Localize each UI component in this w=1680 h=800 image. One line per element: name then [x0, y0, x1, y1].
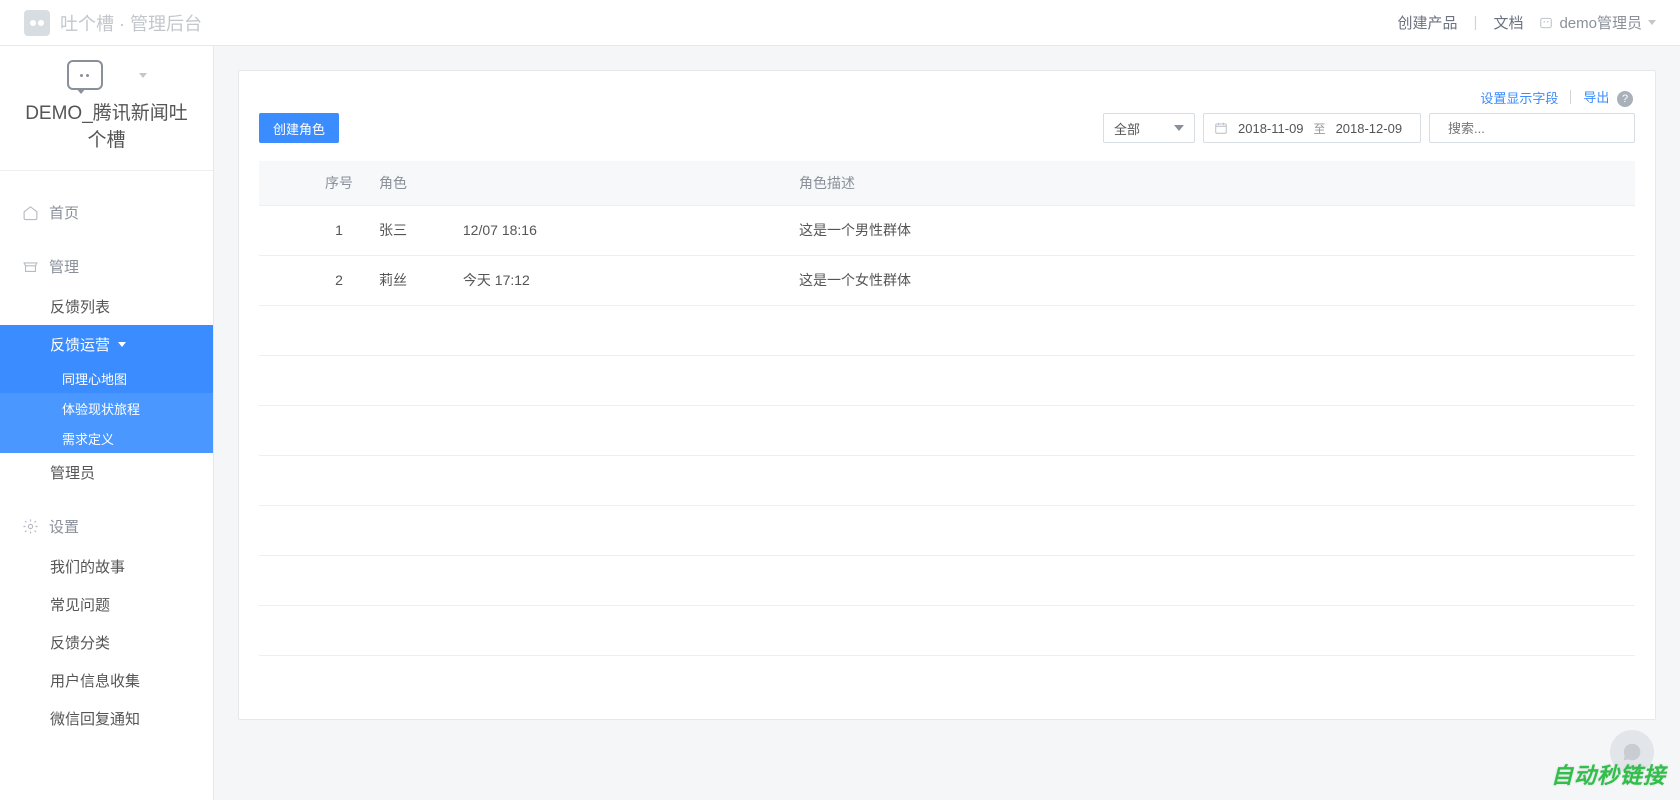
filter-select[interactable]: 全部 [1103, 113, 1195, 143]
nav-faq[interactable]: 常见问题 [0, 585, 213, 623]
docs-link[interactable]: 文档 [1493, 12, 1523, 33]
date-to: 2018-12-09 [1336, 121, 1403, 136]
chevron-down-icon [118, 342, 126, 347]
nav-feedback-list[interactable]: 反馈列表 [0, 287, 213, 325]
table-header-row: 序号 角色 角色描述 [259, 161, 1635, 205]
export-link[interactable]: 导出 ? [1583, 87, 1633, 107]
nav-sub-journey[interactable]: 体验现状旅程 [0, 393, 213, 423]
project-header: DEMO_腾讯新闻吐个槽 [0, 46, 213, 171]
role-time: 12/07 18:16 [463, 222, 537, 238]
user-label: demo管理员 [1559, 12, 1642, 33]
panel-top-links: 设置显示字段 导出 ? [1480, 87, 1633, 107]
search-box[interactable] [1429, 113, 1635, 143]
filter-select-value: 全部 [1114, 119, 1140, 138]
manage-icon [22, 258, 39, 275]
nav-feedback-ops-label: 反馈运营 [50, 334, 110, 355]
cell-desc: 这是一个男性群体 [799, 205, 1635, 255]
table-row-empty [259, 305, 1635, 355]
toolbar: 创建角色 全部 2018-11-09 至 2018-12-09 [259, 113, 1635, 143]
topbar: 吐个槽 · 管理后台 创建产品 | 文档 demo管理员 [0, 0, 1680, 46]
nav-manage-label: 管理 [49, 256, 79, 277]
table-row-empty [259, 555, 1635, 605]
project-title: DEMO_腾讯新闻吐个槽 [16, 98, 197, 152]
search-input[interactable] [1448, 121, 1624, 136]
col-index: 序号 [259, 161, 379, 205]
help-icon[interactable]: ? [1617, 91, 1633, 107]
content-panel: 设置显示字段 导出 ? 创建角色 全部 2018-11-09 [238, 70, 1656, 720]
nav-home[interactable]: 首页 [0, 191, 213, 233]
cell-desc: 这是一个女性群体 [799, 255, 1635, 305]
user-app-icon [1539, 16, 1553, 30]
roles-table: 序号 角色 角色描述 1 张三 12/07 18:16 这是一个男性群体 [259, 161, 1635, 656]
nav-sub-empathy[interactable]: 同理心地图 [0, 363, 213, 393]
nav-our-story[interactable]: 我们的故事 [0, 547, 213, 585]
cell-index: 2 [259, 255, 379, 305]
set-fields-link[interactable]: 设置显示字段 [1480, 88, 1558, 107]
nav-feedback-ops[interactable]: 反馈运营 [0, 325, 213, 363]
col-role: 角色 [379, 161, 799, 205]
nav-wechat-reply[interactable]: 微信回复通知 [0, 699, 213, 737]
col-desc: 角色描述 [799, 161, 1635, 205]
brand-text: 吐个槽 · 管理后台 [60, 10, 202, 36]
logo-icon [24, 10, 50, 36]
toolbar-filters: 全部 2018-11-09 至 2018-12-09 [1103, 113, 1635, 143]
create-product-link[interactable]: 创建产品 [1398, 12, 1458, 33]
table-row-empty [259, 405, 1635, 455]
cell-role: 莉丝 今天 17:12 [379, 255, 799, 305]
sidebar: DEMO_腾讯新闻吐个槽 首页 管理 反馈列表 反馈运营 同理心地图 体验现状旅… [0, 46, 214, 800]
calendar-icon [1214, 121, 1228, 135]
nav-settings: 设置 [0, 505, 213, 547]
gear-icon [22, 518, 39, 535]
project-dropdown-icon[interactable] [139, 73, 147, 78]
divider [1570, 90, 1571, 104]
cell-index: 1 [259, 205, 379, 255]
date-separator: 至 [1314, 120, 1326, 137]
table-row-empty [259, 455, 1635, 505]
table-row-empty [259, 605, 1635, 655]
nav-home-label: 首页 [49, 202, 79, 223]
nav-admins[interactable]: 管理员 [0, 453, 213, 491]
nav-feedback-category[interactable]: 反馈分类 [0, 623, 213, 661]
table-row[interactable]: 1 张三 12/07 18:16 这是一个男性群体 [259, 205, 1635, 255]
separator: | [1474, 14, 1478, 31]
table-row-empty [259, 505, 1635, 555]
role-name: 张三 [379, 220, 439, 240]
export-label: 导出 [1583, 90, 1609, 105]
nav-user-info-collect[interactable]: 用户信息收集 [0, 661, 213, 699]
sidebar-nav: 首页 管理 反馈列表 反馈运营 同理心地图 体验现状旅程 需求定义 管理员 设置… [0, 171, 213, 737]
floating-help-button[interactable] [1610, 730, 1654, 774]
table-row-empty [259, 355, 1635, 405]
chevron-down-icon [1648, 20, 1656, 25]
nav-manage: 管理 [0, 245, 213, 287]
project-chat-icon [67, 60, 103, 90]
chat-bubble-icon [1621, 741, 1643, 763]
cell-role: 张三 12/07 18:16 [379, 205, 799, 255]
topbar-brand: 吐个槽 · 管理后台 [24, 10, 202, 36]
main-content: 设置显示字段 导出 ? 创建角色 全部 2018-11-09 [214, 46, 1680, 800]
user-menu[interactable]: demo管理员 [1539, 12, 1656, 33]
table-row[interactable]: 2 莉丝 今天 17:12 这是一个女性群体 [259, 255, 1635, 305]
nav-sub-demand[interactable]: 需求定义 [0, 423, 213, 453]
date-from: 2018-11-09 [1238, 121, 1304, 136]
chevron-down-icon [1174, 125, 1184, 131]
date-range-picker[interactable]: 2018-11-09 至 2018-12-09 [1203, 113, 1421, 143]
role-time: 今天 17:12 [463, 272, 530, 288]
nav-settings-label: 设置 [49, 516, 79, 537]
home-icon [22, 204, 39, 221]
create-role-button[interactable]: 创建角色 [259, 113, 339, 143]
role-name: 莉丝 [379, 270, 439, 290]
topbar-right: 创建产品 | 文档 demo管理员 [1398, 12, 1656, 33]
